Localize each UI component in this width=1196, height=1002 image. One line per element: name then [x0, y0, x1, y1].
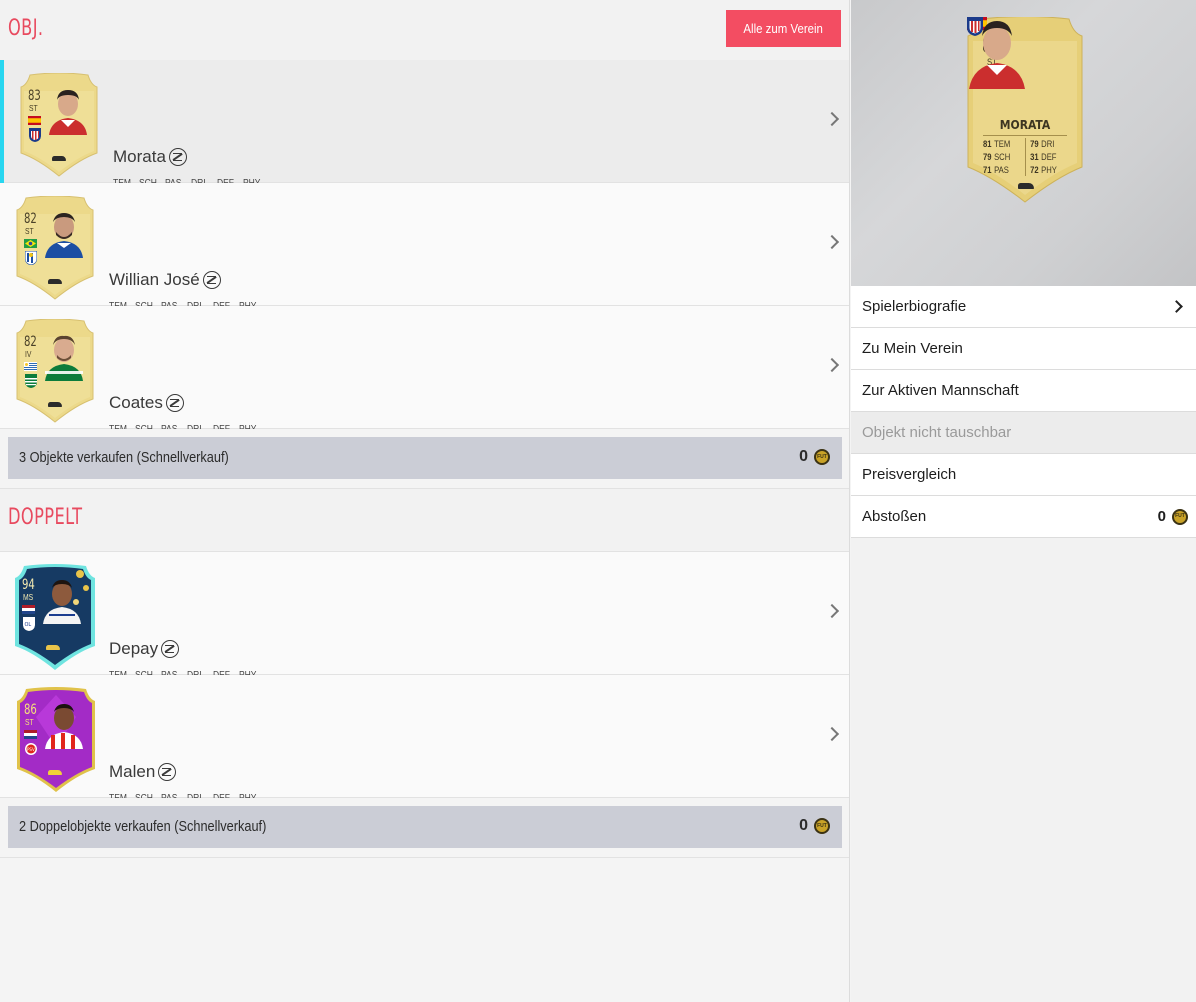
chevron-right-icon	[824, 111, 840, 127]
atletico-madrid-badge-icon	[29, 128, 41, 142]
player-face-icon	[969, 21, 1025, 89]
chevron-right-icon	[824, 234, 840, 250]
spain-flag-icon	[28, 116, 41, 125]
player-card-thumbnail: 94 MS OL	[14, 562, 95, 670]
send-to-club-button[interactable]: Zu Mein Verein	[851, 328, 1196, 370]
duplicates-section-header: DOPPELT	[0, 489, 849, 552]
items-panel: OBJ. Alle zum Verein 83 ST Morata TEM81 …	[0, 0, 850, 1002]
player-face-icon	[45, 704, 83, 749]
preview-player-name: MORATA	[999, 118, 1051, 132]
sporting-cp-badge-icon	[25, 374, 37, 388]
card-position: ST	[25, 718, 34, 727]
quick-sell-duplicates-price: 0 FUT	[799, 817, 830, 835]
compare-price-button[interactable]: Preisvergleich	[851, 454, 1196, 496]
discard-button[interactable]: Abstoßen 0 FUT	[851, 496, 1196, 538]
items-section-header: OBJ. Alle zum Verein	[0, 0, 849, 60]
duplicate-row-depay[interactable]: 94 MS OL Depay TEM96 SCH94 PAS93 DRI95 D…	[0, 552, 849, 701]
coin-icon: FUT	[814, 449, 830, 465]
psv-badge-icon: PSV	[25, 743, 37, 755]
player-bio-button[interactable]: Spielerbiografie	[851, 286, 1196, 328]
preview-divider	[983, 135, 1067, 136]
quick-sell-items-label: 3 Objekte verkaufen (Schnellverkauf)	[19, 449, 229, 466]
untradeable-notice: Objekt nicht tauschbar	[851, 412, 1196, 454]
card-position: ST	[25, 227, 34, 236]
boot-icon	[48, 279, 62, 284]
chevron-right-icon	[1170, 300, 1183, 313]
player-card-thumbnail: 86 ST PSV	[16, 687, 95, 792]
player-card-thumbnail: 82 ST	[16, 196, 94, 300]
duplicate-row-malen[interactable]: 86 ST PSV Malen TEM97 SCH87 PAS80 DRI89 …	[0, 675, 849, 824]
uruguay-flag-icon	[24, 362, 37, 371]
real-sociedad-badge-icon	[25, 251, 37, 265]
boot-icon	[52, 156, 66, 161]
card-rating: 94	[22, 577, 35, 593]
player-name: Coates	[109, 393, 184, 413]
items-quick-sell-wrap: 3 Objekte verkaufen (Schnellverkauf) 0 F…	[0, 429, 849, 489]
svg-text:OL: OL	[25, 622, 32, 628]
card-position: ST	[29, 104, 38, 113]
card-rating: 83	[28, 88, 41, 104]
boot-icon	[46, 645, 60, 650]
item-actions-menu: Spielerbiografie Zu Mein Verein Zur Akti…	[851, 286, 1196, 538]
preview-stats: 81 TEM 79 DRI 79 SCH 31 DEF 71 PAS 72 PHY	[983, 139, 1057, 175]
card-rating: 82	[24, 211, 37, 227]
item-row-coates[interactable]: 82 IV Coates TEM54 SCH43 PAS55 DRI60 DEF…	[0, 306, 849, 455]
coin-icon: FUT	[1172, 508, 1188, 525]
player-face-icon	[45, 213, 83, 258]
player-face-icon	[43, 580, 81, 624]
chevron-right-icon	[824, 357, 840, 373]
chevron-right-icon	[824, 726, 840, 742]
boot-icon	[1018, 183, 1034, 189]
chevron-right-icon	[824, 603, 840, 619]
olympique-lyon-badge-icon: OL	[23, 617, 35, 631]
player-name: Depay	[109, 639, 180, 659]
send-all-to-club-button[interactable]: Alle zum Verein	[726, 10, 841, 47]
untradeable-icon	[165, 394, 184, 412]
boot-icon	[48, 770, 62, 775]
untradeable-icon	[168, 148, 187, 166]
card-rating: 86	[24, 702, 37, 718]
player-card-preview: 83 ST MORATA 81TEM 79DRI 79SCH 31DEF 71P…	[851, 0, 1196, 286]
netherlands-flag-icon	[22, 605, 35, 614]
netherlands-flag-icon	[24, 730, 37, 739]
untradeable-icon	[161, 640, 180, 658]
svg-text:PSV: PSV	[27, 747, 35, 752]
card-position: MS	[23, 593, 34, 602]
player-face-icon	[49, 90, 87, 135]
items-section-title: OBJ.	[8, 16, 44, 41]
app: OBJ. Alle zum Verein 83 ST Morata TEM81 …	[0, 0, 1196, 1002]
coin-icon: FUT	[814, 818, 830, 834]
large-player-card: 83 ST MORATA 81TEM 79DRI 79SCH 31DEF 71P…	[967, 17, 1083, 203]
item-row-morata[interactable]: 83 ST Morata TEM81 SCH79 PAS71 DRI79 DEF…	[0, 60, 849, 209]
card-rating: 82	[24, 334, 37, 350]
player-name: Willian José	[109, 270, 221, 290]
item-detail-panel: 83 ST MORATA 81TEM 79DRI 79SCH 31DEF 71P…	[851, 0, 1196, 1002]
duplicates-section-title: DOPPELT	[8, 505, 83, 530]
item-row-willian-jose[interactable]: 82 ST Willian José TEM69 SCH82 PAS68 DRI…	[0, 183, 849, 332]
card-position: IV	[25, 350, 32, 359]
discard-value: 0 FUT	[1158, 508, 1188, 525]
player-name: Malen	[109, 762, 177, 782]
duplicates-quick-sell-wrap: 2 Doppelobjekte verkaufen (Schnellverkau…	[0, 798, 849, 858]
player-card-thumbnail: 82 IV	[16, 319, 94, 423]
player-face-icon	[45, 335, 83, 381]
quick-sell-items-price: 0 FUT	[799, 448, 830, 466]
untradeable-icon	[202, 271, 221, 289]
player-card-thumbnail: 83 ST	[20, 73, 98, 177]
quick-sell-duplicates-label: 2 Doppelobjekte verkaufen (Schnellverkau…	[19, 818, 267, 835]
untradeable-icon	[158, 763, 177, 781]
quick-sell-items-button[interactable]: 3 Objekte verkaufen (Schnellverkauf) 0 F…	[8, 437, 842, 479]
send-to-active-squad-button[interactable]: Zur Aktiven Mannschaft	[851, 370, 1196, 412]
boot-icon	[48, 402, 62, 407]
brazil-flag-icon	[24, 239, 37, 248]
player-name: Morata	[113, 147, 187, 167]
quick-sell-duplicates-button[interactable]: 2 Doppelobjekte verkaufen (Schnellverkau…	[8, 806, 842, 848]
